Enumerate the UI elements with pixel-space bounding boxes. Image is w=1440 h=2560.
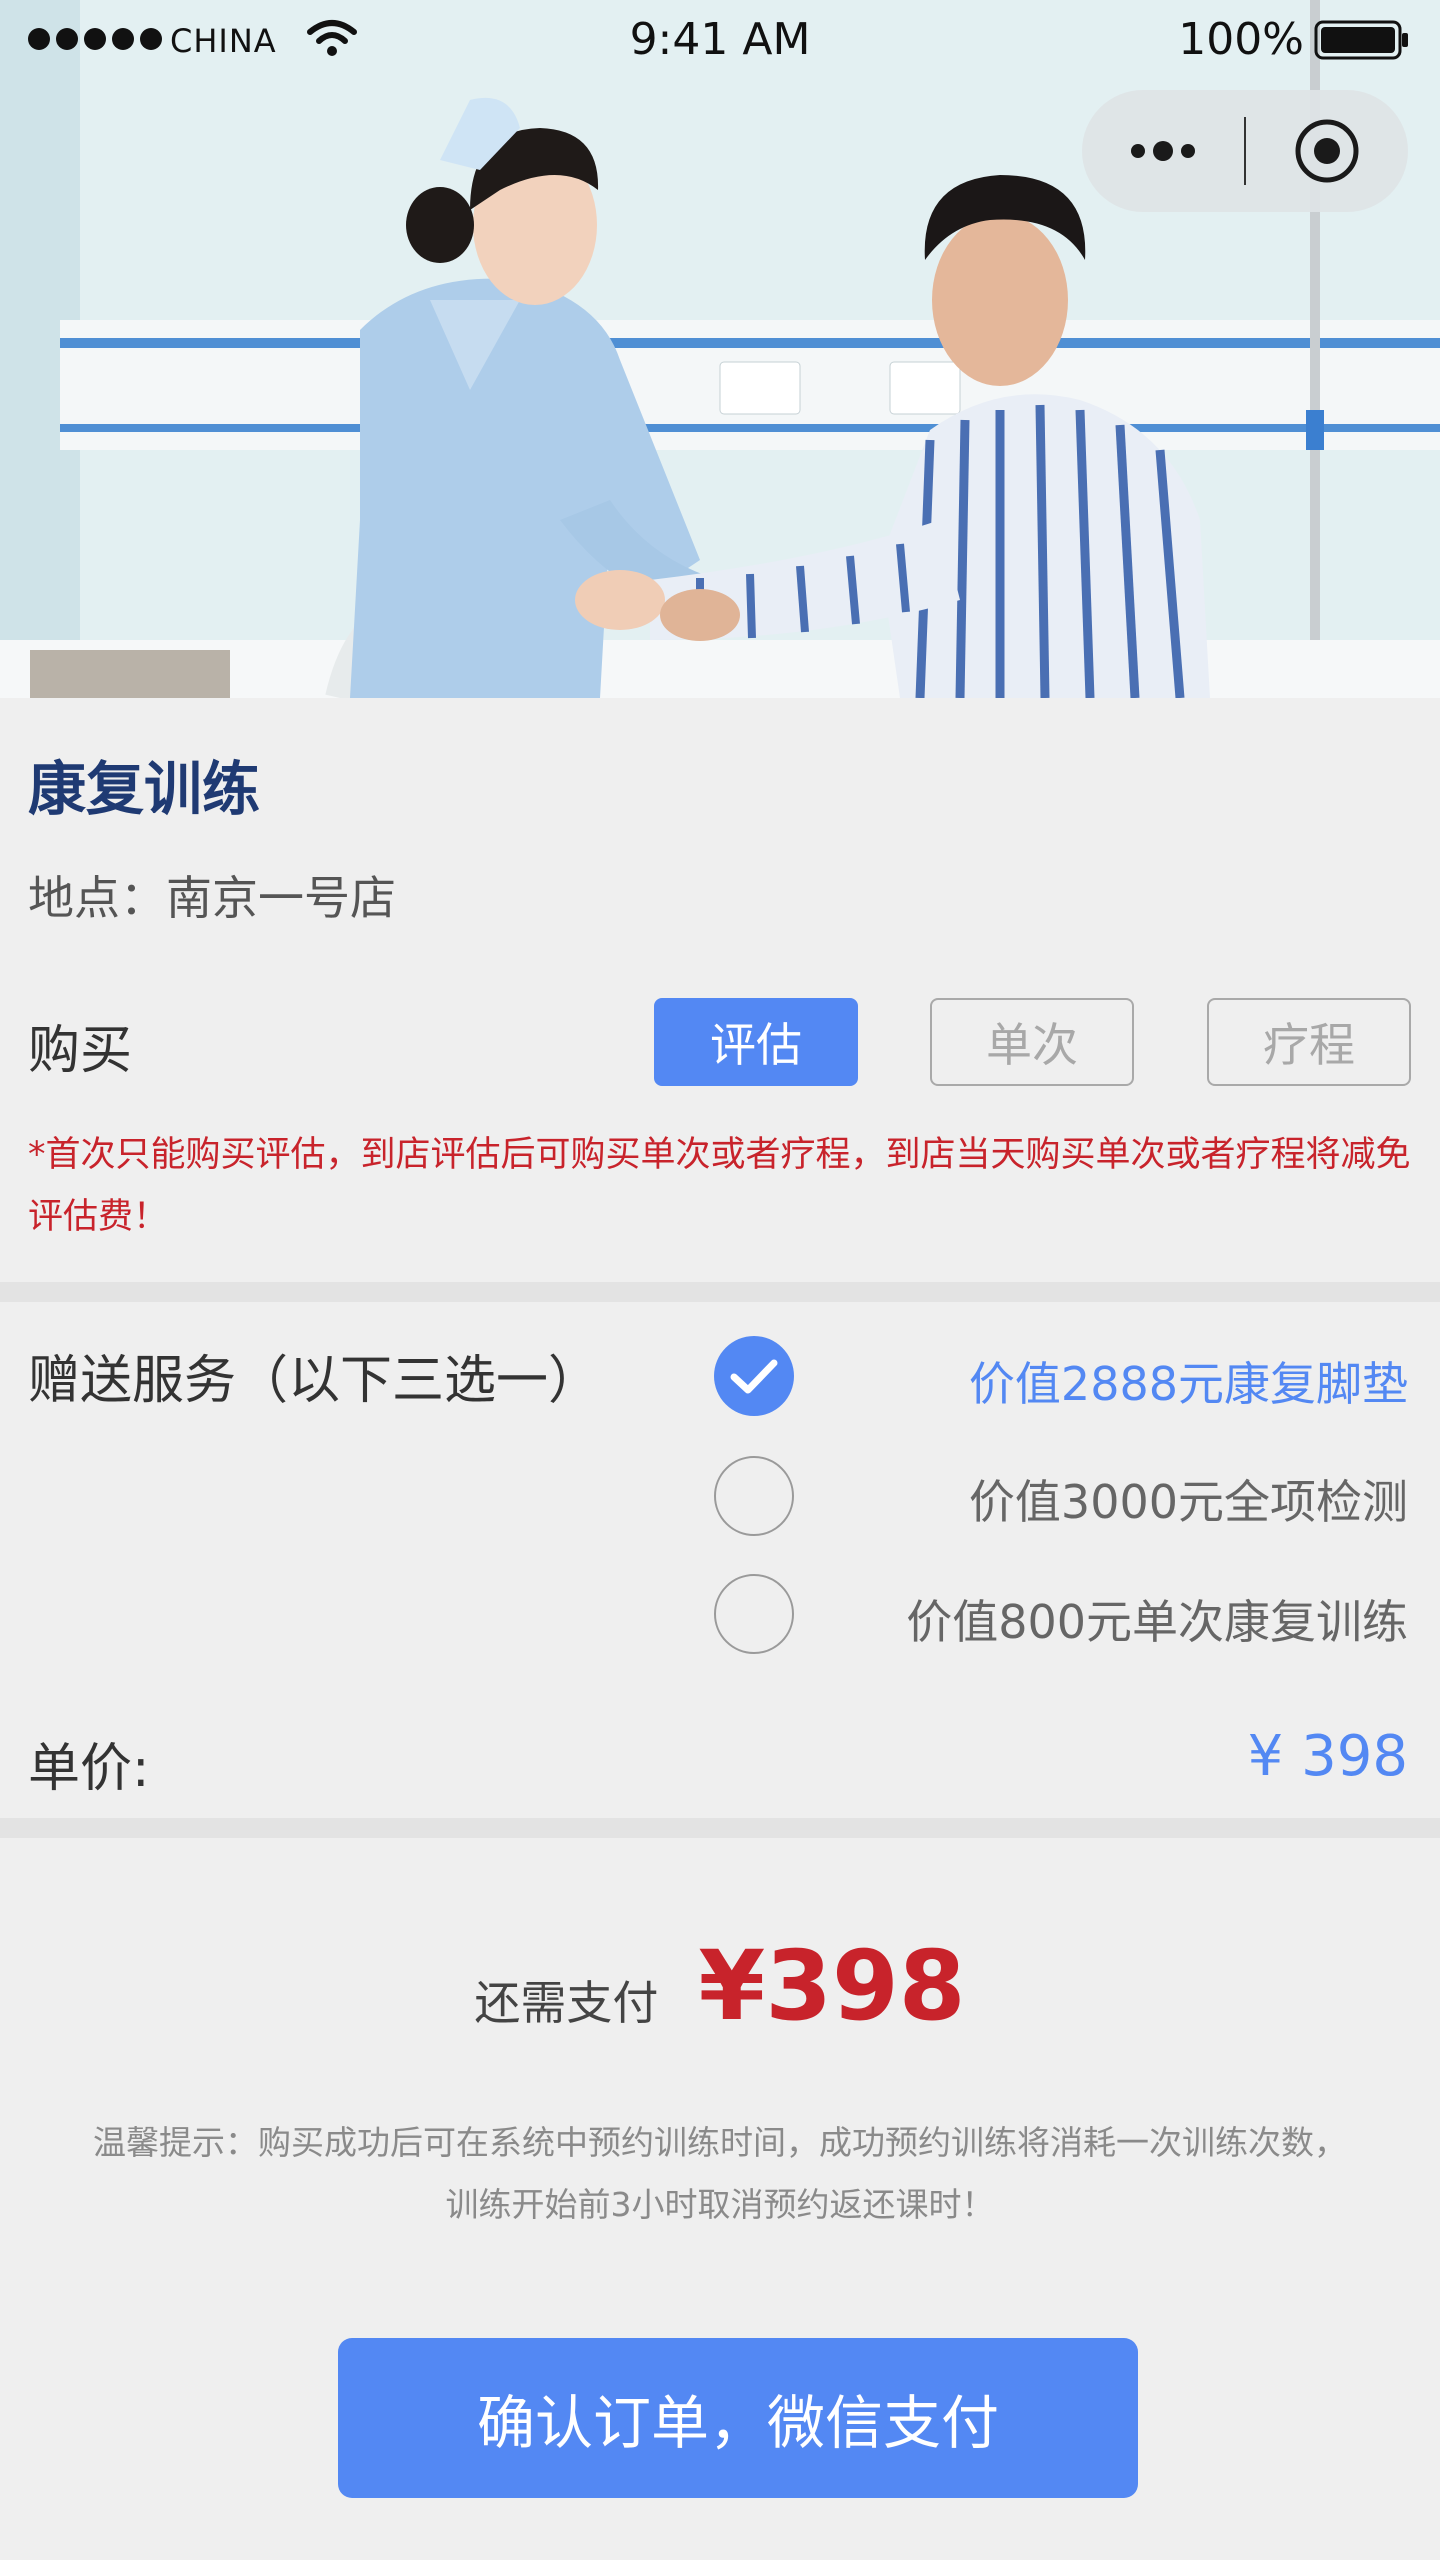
amount-due-label: 还需支付: [474, 1976, 659, 2030]
section-divider: [0, 1282, 1440, 1302]
gift-option-checkup[interactable]: 价值3000元全项检测: [969, 1466, 1408, 1532]
section-divider: [0, 1818, 1440, 1838]
gift-radio-footpad[interactable]: [714, 1336, 794, 1416]
gift-radio-training[interactable]: [714, 1574, 794, 1654]
payment-tip-line: 训练开始前3小时取消预约返还课时！: [445, 2185, 995, 2224]
unit-price-label: 单价:: [28, 1739, 150, 1799]
battery-percent: 100%: [1178, 14, 1304, 65]
checkmark-icon: [730, 1359, 778, 1394]
target-circle-icon[interactable]: [1246, 90, 1408, 212]
battery-icon: [1314, 20, 1408, 60]
unit-price-value: ¥ 398: [1247, 1724, 1408, 1789]
more-dots-icon[interactable]: [1082, 90, 1244, 212]
page: CHINA 9:41 AM 100% 康复训练 地点：南京一号店 购买 评估 单…: [0, 0, 1440, 2560]
option-single-button[interactable]: 单次: [930, 998, 1134, 1086]
mini-program-capsule: [1082, 90, 1408, 212]
store-location: 地点：南京一号店: [28, 871, 396, 925]
payment-tip-line: 温馨提示：购买成功后可在系统中预约训练时间，成功预约训练将消耗一次训练次数，: [93, 2123, 1347, 2162]
gift-section-label: 赠送服务（以下三选一）: [28, 1351, 601, 1411]
purchase-notice: *首次只能购买评估，到店评估后可购买单次或者疗程，到店当天购买单次或者疗程将减免…: [28, 1135, 1411, 1237]
purchase-label: 购买: [28, 1021, 133, 1081]
status-bar: CHINA 9:41 AM 100%: [0, 0, 1440, 80]
confirm-pay-button[interactable]: 确认订单，微信支付: [338, 2338, 1138, 2498]
option-course-button[interactable]: 疗程: [1207, 998, 1411, 1086]
gift-option-footpad[interactable]: 价值2888元康复脚垫: [969, 1348, 1408, 1414]
purchase-section: 康复训练 地点：南京一号店 购买 评估 单次 疗程 *首次只能购买评估，到店评估…: [0, 698, 1440, 1282]
gift-option-training[interactable]: 价值800元单次康复训练: [906, 1586, 1408, 1652]
payment-tip: 温馨提示：购买成功后可在系统中预约训练时间，成功预约训练将消耗一次训练次数， 训…: [0, 2112, 1440, 2236]
gift-radio-checkup[interactable]: [714, 1456, 794, 1536]
option-assessment-button[interactable]: 评估: [654, 998, 858, 1086]
amount-due-value: ¥398: [698, 1930, 966, 2042]
page-title: 康复训练: [28, 755, 261, 823]
payment-summary: 还需支付 ¥398: [0, 1930, 1440, 2042]
